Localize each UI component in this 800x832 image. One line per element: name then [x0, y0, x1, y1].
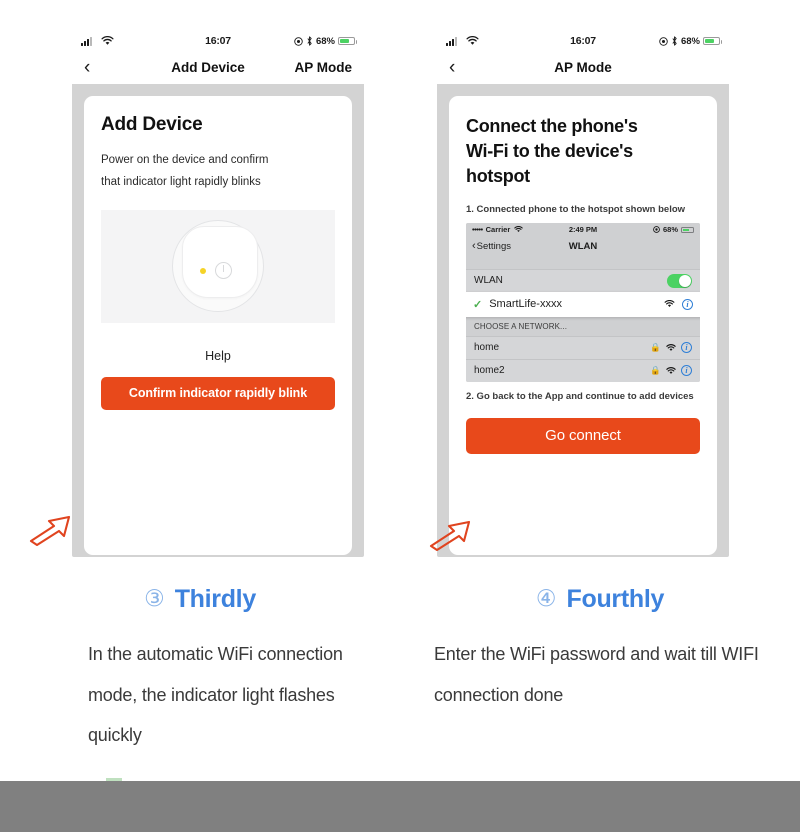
lock-icon: 🔒 — [650, 365, 661, 376]
selected-network-label: SmartLife-xxxx — [489, 298, 562, 311]
wlan-toggle-switch[interactable] — [667, 273, 692, 288]
wifi-icon — [666, 343, 676, 351]
caption-body-right: Enter the WiFi password and wait till WI… — [434, 644, 759, 705]
wlan-spacer — [466, 255, 700, 269]
go-connect-button[interactable]: Go connect — [466, 417, 700, 454]
step-2-text: 2. Go back to the App and continue to ad… — [466, 390, 694, 402]
wlan-time-label: 2:49 PM — [568, 225, 598, 235]
phone-mockup-left: 16:07 68% ‹ Add Device AP Mode Add Devic… — [0, 30, 400, 557]
nav-bar-left: ‹ Add Device AP Mode — [72, 52, 364, 84]
wifi-icon — [666, 366, 676, 374]
ap-mode-button[interactable]: AP Mode — [294, 60, 352, 75]
step-number-badge: ③ — [144, 586, 165, 612]
column-right: 16:07 68% ‹ AP Mode Connect the phone's … — [400, 0, 800, 756]
caption-heading-left: ③ Thirdly — [0, 585, 400, 614]
step-word-label: Thirdly — [174, 585, 257, 613]
wlan-nav-bar: ‹Settings WLAN — [466, 236, 700, 256]
caption-body-left: In the automatic WiFi connection mode, t… — [88, 644, 343, 746]
wlan-toggle-right — [667, 273, 692, 288]
wlan-status-bar: ••••• Carrier 2:49 PM 68% — [466, 222, 700, 237]
card-heading-line1: Connect the phone's — [466, 116, 638, 136]
step-word-label: Fourthly — [566, 585, 665, 613]
card-subtitle-line1: Power on the device and confirm — [101, 154, 269, 166]
card-heading-line2: Wi-Fi to the device's — [466, 141, 633, 162]
caption-left: ③ Thirdly In the automatic WiFi connecti… — [0, 585, 400, 756]
step-number-badge: ④ — [535, 586, 557, 612]
status-bar-left: 16:07 68% — [72, 30, 364, 52]
network-name-label: home2 — [474, 365, 505, 377]
phone-frame-left: 16:07 68% ‹ Add Device AP Mode Add Devic… — [72, 30, 364, 557]
choose-network-header: CHOOSE A NETWORK... — [466, 316, 700, 336]
caption-heading-right: ④ Fourthly — [400, 585, 800, 614]
ap-mode-card: Connect the phone's Wi-Fi to the device'… — [449, 96, 717, 555]
help-link[interactable]: Help — [101, 349, 335, 363]
device-outer-circle — [172, 220, 264, 313]
phone-mockup-right: 16:07 68% ‹ AP Mode Connect the phone's … — [400, 30, 800, 557]
wlan-toggle-label: WLAN — [474, 275, 503, 287]
page-root: 16:07 68% ‹ Add Device AP Mode Add Devic… — [0, 0, 800, 832]
wlan-title: WLAN — [568, 240, 598, 252]
info-icon[interactable]: i — [681, 365, 692, 377]
card-subtitle-line2: that indicator light rapidly blinks — [101, 176, 261, 189]
selected-network-right: i — [664, 298, 693, 310]
network-row[interactable]: home 🔒 i — [466, 335, 700, 359]
card-heading: Add Device — [101, 114, 203, 135]
network-row-icons: 🔒 i — [650, 365, 692, 377]
red-arrow-icon — [29, 515, 71, 546]
bottom-gray-bar — [0, 781, 800, 832]
confirm-indicator-button[interactable]: Confirm indicator rapidly blink — [101, 376, 335, 410]
checkmark-icon: ✓ — [473, 298, 483, 311]
page-title: AP Mode — [554, 60, 612, 75]
battery-icon — [338, 37, 357, 45]
status-bar-time: 16:07 — [570, 35, 596, 47]
wlan-toggle-row[interactable]: WLAN — [466, 268, 700, 292]
two-column-layout: 16:07 68% ‹ Add Device AP Mode Add Devic… — [0, 0, 800, 756]
add-device-card: Add Device Power on the device and confi… — [84, 96, 352, 555]
wifi-icon — [664, 300, 675, 308]
status-bar-right: 16:07 68% — [437, 30, 729, 52]
wlan-settings-mockup: ••••• Carrier 2:49 PM 68% ‹Settings WLAN… — [466, 222, 700, 382]
network-row[interactable]: home2 🔒 i — [466, 358, 700, 382]
column-left: 16:07 68% ‹ Add Device AP Mode Add Devic… — [0, 0, 400, 756]
caption-right: ④ Fourthly Enter the WiFi password and w… — [400, 585, 800, 715]
card-heading-line3: hotspot — [466, 166, 530, 187]
info-icon[interactable]: i — [681, 342, 692, 354]
status-bar-time: 16:07 — [205, 35, 231, 47]
battery-icon — [703, 37, 722, 45]
phone-frame-right: 16:07 68% ‹ AP Mode Connect the phone's … — [437, 30, 729, 557]
device-illustration — [101, 209, 335, 323]
network-row-icons: 🔒 i — [650, 342, 692, 354]
network-name-label: home — [474, 342, 500, 354]
card-heading: Connect the phone's Wi-Fi to the device'… — [466, 114, 700, 190]
info-icon[interactable]: i — [682, 298, 693, 310]
step-1-text: 1. Connected phone to the hotspot shown … — [466, 203, 686, 215]
nav-bar-right: ‹ AP Mode — [437, 52, 729, 84]
lock-icon: 🔒 — [650, 342, 661, 353]
card-subtitle: Power on the device and confirm that ind… — [101, 149, 335, 194]
selected-network-row[interactable]: ✓ SmartLife-xxxx i — [466, 291, 700, 317]
